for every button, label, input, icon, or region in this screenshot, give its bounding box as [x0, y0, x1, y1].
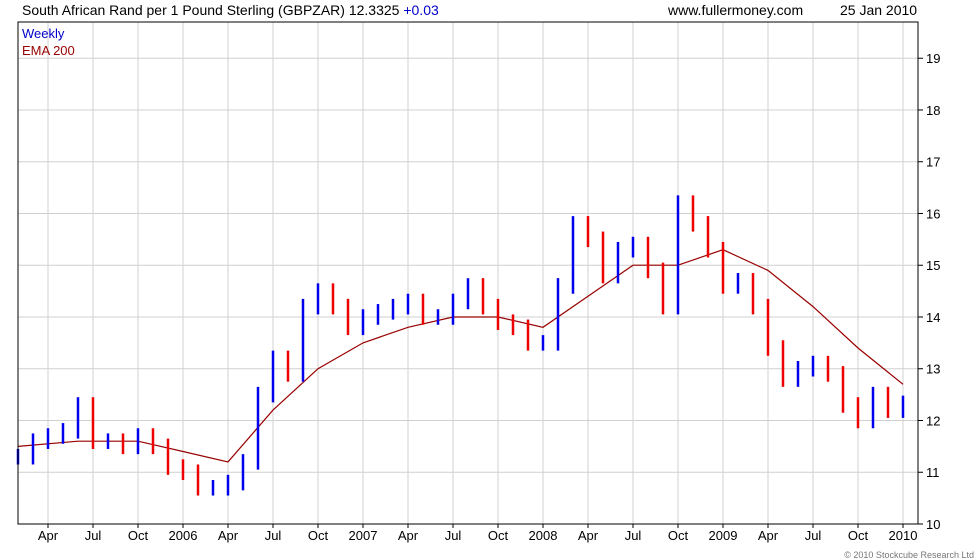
change-value: +0.03	[403, 2, 439, 18]
x-tick-label: Apr	[218, 528, 239, 543]
y-tick-label: 15	[926, 258, 940, 273]
x-tick-label: 2006	[169, 528, 198, 543]
y-tick-label: 13	[926, 362, 940, 377]
x-tick-label: Apr	[578, 528, 599, 543]
x-tick-label: Oct	[308, 528, 329, 543]
site-url[interactable]: www.fullermoney.com	[668, 2, 803, 18]
y-tick-label: 10	[926, 517, 940, 532]
title-text: South African Rand per 1 Pound Sterling …	[22, 2, 400, 18]
x-tick-label: Apr	[758, 528, 779, 543]
x-tick-label: Apr	[398, 528, 419, 543]
x-tick-label: 2009	[709, 528, 738, 543]
y-axis: 10 11 12 13 14 15 16 17 18 19	[918, 51, 940, 532]
y-tick-label: 19	[926, 51, 940, 66]
x-tick-label: Jul	[85, 528, 102, 543]
ema-line	[17, 249, 904, 463]
chart-svg: 10 11 12 13 14 15 16 17 18 19 Apr Jul Oct 2006 Apr Jul…	[16, 21, 940, 543]
y-tick-label: 14	[926, 310, 940, 325]
legend-weekly: Weekly	[22, 26, 65, 41]
y-tick-label: 17	[926, 155, 940, 170]
y-tick-label: 11	[926, 465, 940, 480]
x-axis: Apr Jul Oct 2006 Apr Jul Oct 2007 Apr Jul Oct 2008 A…	[38, 524, 918, 543]
y-tick-label: 18	[926, 103, 940, 118]
x-tick-label: Apr	[38, 528, 59, 543]
y-tick-label: 12	[926, 413, 940, 428]
x-tick-label: Oct	[488, 528, 509, 543]
x-tick-label: Jul	[805, 528, 822, 543]
x-tick-label: Jul	[625, 528, 642, 543]
copyright-notice: © 2010 Stockcube Research Ltd	[844, 550, 974, 560]
legend-ema: EMA 200	[22, 43, 75, 58]
x-tick-label: Oct	[668, 528, 689, 543]
x-tick-label: Oct	[848, 528, 869, 543]
chart-title: South African Rand per 1 Pound Sterling …	[22, 2, 439, 18]
x-tick-label: 2008	[529, 528, 558, 543]
y-tick-label: 16	[926, 206, 940, 221]
x-tick-label: 2007	[349, 528, 378, 543]
x-tick-label: Jul	[445, 528, 462, 543]
chart-date: 25 Jan 2010	[840, 2, 918, 18]
x-tick-label: Oct	[128, 528, 149, 543]
x-tick-label: Jul	[265, 528, 282, 543]
ema-series	[17, 249, 904, 463]
x-tick-label: 2010	[889, 528, 918, 543]
price-bars	[16, 195, 905, 496]
